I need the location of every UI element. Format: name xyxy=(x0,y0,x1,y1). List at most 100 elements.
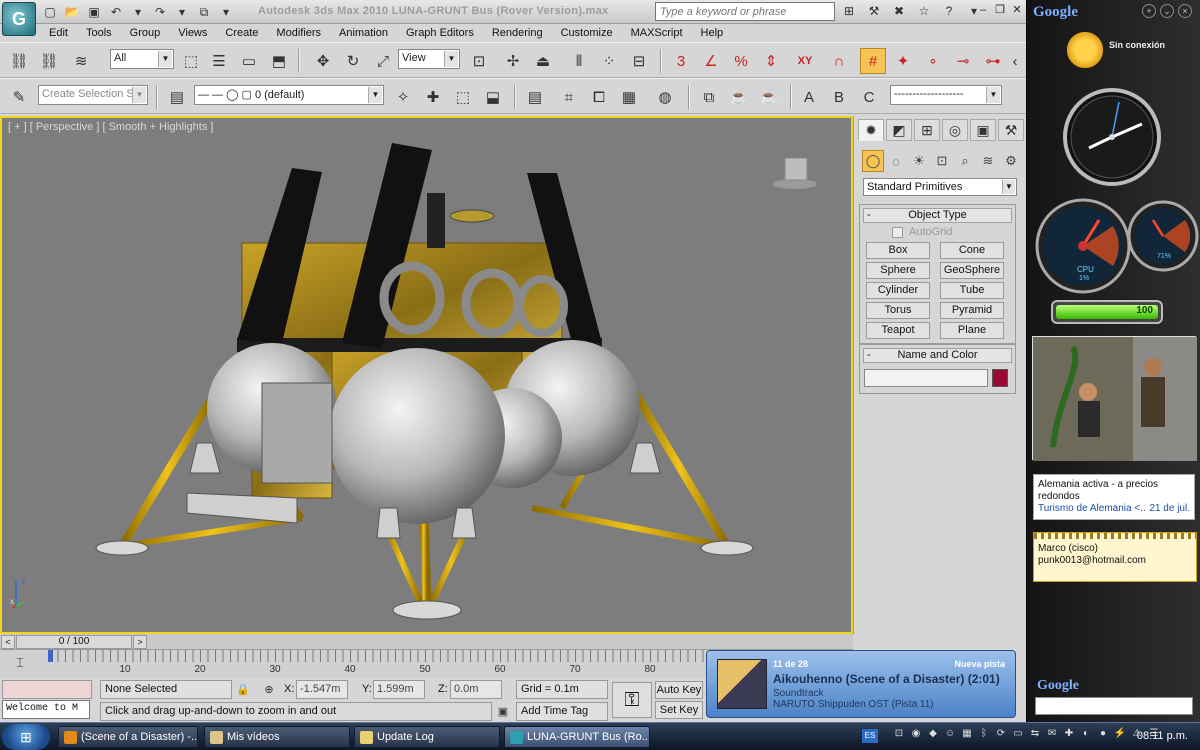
menu-edit[interactable]: Edit xyxy=(40,24,77,42)
render-setup-icon[interactable]: ◍ xyxy=(652,84,678,110)
set-current-layer-icon[interactable]: ⬓ xyxy=(480,84,506,110)
lock-selection-icon[interactable]: 🔒 xyxy=(234,680,252,698)
taskbar-item-videos[interactable]: Mis vídeos xyxy=(204,726,350,748)
google-logo[interactable]: Google xyxy=(1033,4,1078,21)
torus-button[interactable]: Torus xyxy=(866,302,930,319)
menu-group[interactable]: Group xyxy=(121,24,170,42)
menu-customize[interactable]: Customize xyxy=(552,24,622,42)
quick-access-dropdown-icon[interactable]: ▾ xyxy=(216,3,236,21)
grid-snap-icon[interactable]: # xyxy=(860,48,886,74)
network-icon[interactable]: ⊡ xyxy=(892,726,906,742)
menu-animation[interactable]: Animation xyxy=(330,24,397,42)
select-by-name-icon[interactable]: ☰ xyxy=(206,48,232,74)
reference-coordinate-dropdown[interactable]: View ▼ xyxy=(398,49,460,69)
track-bar[interactable]: ⌶ 10 20 30 40 50 60 70 80 xyxy=(0,650,706,678)
render-production-icon[interactable]: ☕ xyxy=(756,84,782,110)
new-file-icon[interactable]: ▢ xyxy=(40,3,60,21)
security-icon[interactable]: ◆ xyxy=(926,726,940,742)
time-slider-prev-icon[interactable]: < xyxy=(1,635,15,649)
mirror-icon[interactable]: ⫴ xyxy=(566,48,592,74)
undo-dropdown-icon[interactable]: ▾ xyxy=(128,3,148,21)
start-button[interactable]: ⊞ xyxy=(2,724,50,750)
curve-editor-icon[interactable]: ⌗ xyxy=(556,84,582,110)
select-and-move-icon[interactable]: ✥ xyxy=(310,48,336,74)
z-coordinate-field[interactable]: 0.0m xyxy=(450,680,502,699)
object-name-input[interactable] xyxy=(864,369,988,387)
select-and-manipulate-icon[interactable]: ✢ xyxy=(500,48,526,74)
teapot-c-icon[interactable]: C xyxy=(856,84,882,110)
tube-button[interactable]: Tube xyxy=(940,282,1004,299)
close-icon[interactable]: ✕ xyxy=(1010,3,1024,17)
x-coordinate-field[interactable]: -1.547m xyxy=(296,680,348,699)
auto-key-button[interactable]: Auto Key xyxy=(655,681,703,699)
menu-views[interactable]: Views xyxy=(169,24,216,42)
lights-icon[interactable]: ☀ xyxy=(908,150,930,172)
menu-help[interactable]: Help xyxy=(692,24,733,42)
pyramid-button[interactable]: Pyramid xyxy=(940,302,1004,319)
absolute-mode-icon[interactable]: ⊕ xyxy=(260,680,278,698)
cameras-icon[interactable]: ⊡ xyxy=(931,150,953,172)
news-gadget[interactable]: Alemania activa - a precios redondos Tur… xyxy=(1033,474,1195,520)
communication-icon[interactable]: ✖ xyxy=(888,2,910,20)
news-source[interactable]: Turismo de Alemania <.. xyxy=(1038,503,1146,515)
motion-tab-icon[interactable]: ◎ xyxy=(942,119,968,141)
pivot-snap-icon[interactable]: ✦ xyxy=(890,48,916,74)
time-slider[interactable]: 0 / 100 xyxy=(16,635,132,649)
display-tab-icon[interactable]: ▣ xyxy=(970,119,996,141)
app-icon[interactable]: ● xyxy=(1096,726,1110,742)
render-frame-window-icon[interactable]: ⧉ xyxy=(696,84,722,110)
bluetooth-icon[interactable]: ᛒ xyxy=(977,726,991,742)
y-coordinate-field[interactable]: 1.599m xyxy=(373,680,425,699)
geosphere-button[interactable]: GeoSphere xyxy=(940,262,1004,279)
favorites-star-icon[interactable]: ☆ xyxy=(913,2,935,20)
sidebar-menu-icon[interactable]: ⌄ xyxy=(1160,4,1174,18)
restore-icon[interactable]: ❐ xyxy=(993,3,1007,17)
sphere-button[interactable]: Sphere xyxy=(866,262,930,279)
menu-maxscript[interactable]: MAXScript xyxy=(622,24,692,42)
plane-button[interactable]: Plane xyxy=(940,322,1004,339)
mini-curve-editor-icon[interactable]: ⌶ xyxy=(8,652,32,674)
maxscript-welcome[interactable]: Welcome to M xyxy=(2,700,90,719)
quick-render-icon[interactable]: ☕ xyxy=(726,84,752,110)
systems-icon[interactable]: ⚙ xyxy=(1000,150,1022,172)
save-file-icon[interactable]: ▣ xyxy=(84,3,104,21)
open-file-icon[interactable]: 📂 xyxy=(62,3,82,21)
taskbar-item-update-log[interactable]: Update Log xyxy=(354,726,500,748)
align-icon[interactable]: ⊟ xyxy=(626,48,652,74)
select-and-link-icon[interactable]: ⛓ xyxy=(6,48,32,74)
select-in-layer-icon[interactable]: ⬚ xyxy=(450,84,476,110)
help-icon[interactable]: ? xyxy=(938,2,960,20)
messenger-icon[interactable]: ☺ xyxy=(943,726,957,742)
news-headline[interactable]: Alemania activa - a precios redondos xyxy=(1038,479,1190,503)
pivot-center-icon[interactable]: ⊡ xyxy=(466,48,492,74)
add-time-tag-button[interactable]: Add Time Tag xyxy=(516,702,608,721)
select-object-icon[interactable]: ⬚ xyxy=(178,48,204,74)
toolbar-scroll-left-icon[interactable]: ‹ xyxy=(1006,48,1024,74)
name-and-color-header[interactable]: - Name and Color xyxy=(863,348,1012,363)
notes-gadget[interactable]: Marco (cisco) punk0013@hotmail.com xyxy=(1033,532,1197,582)
taskbar-item-music[interactable]: (Scene of a Disaster) -... xyxy=(58,726,198,748)
helpers-icon[interactable]: ⌕ xyxy=(954,150,976,172)
render-preset-dropdown[interactable]: ------------------- ▼ xyxy=(890,85,1002,105)
perspective-viewport[interactable]: [ + ] [ Perspective ] [ Smooth + Highlig… xyxy=(0,116,853,634)
object-type-header[interactable]: - Object Type xyxy=(863,208,1012,223)
minimize-icon[interactable]: – xyxy=(976,3,990,17)
taskbar-clock[interactable]: 08:11 p.m. xyxy=(1137,730,1188,742)
now-playing-popup[interactable]: 11 de 28 Nueva pista Aikouhenno (Scene o… xyxy=(706,650,1016,718)
menu-tools[interactable]: Tools xyxy=(77,24,121,42)
create-tab-icon[interactable]: ✹ xyxy=(858,119,884,141)
chat-icon[interactable]: ✉ xyxy=(1045,726,1059,742)
percent-snap-icon[interactable]: % xyxy=(728,48,754,74)
photo-gadget[interactable] xyxy=(1032,336,1197,461)
redo-icon[interactable]: ↷ xyxy=(150,3,170,21)
update-icon[interactable]: ⟳ xyxy=(994,726,1008,742)
named-selection-dropdown[interactable]: Create Selection Se ▼ xyxy=(38,85,148,105)
menu-rendering[interactable]: Rendering xyxy=(483,24,552,42)
teapot-a-icon[interactable]: A xyxy=(796,84,822,110)
teapot-button[interactable]: Teapot xyxy=(866,322,930,339)
snaps-toggle-icon[interactable]: 3 xyxy=(668,48,694,74)
utilities-tab-icon[interactable]: ⚒ xyxy=(998,119,1024,141)
autogrid-option[interactable]: AutoGrid xyxy=(892,226,1015,238)
menu-create[interactable]: Create xyxy=(216,24,267,42)
named-selection-icon[interactable]: ✎ xyxy=(6,84,32,110)
